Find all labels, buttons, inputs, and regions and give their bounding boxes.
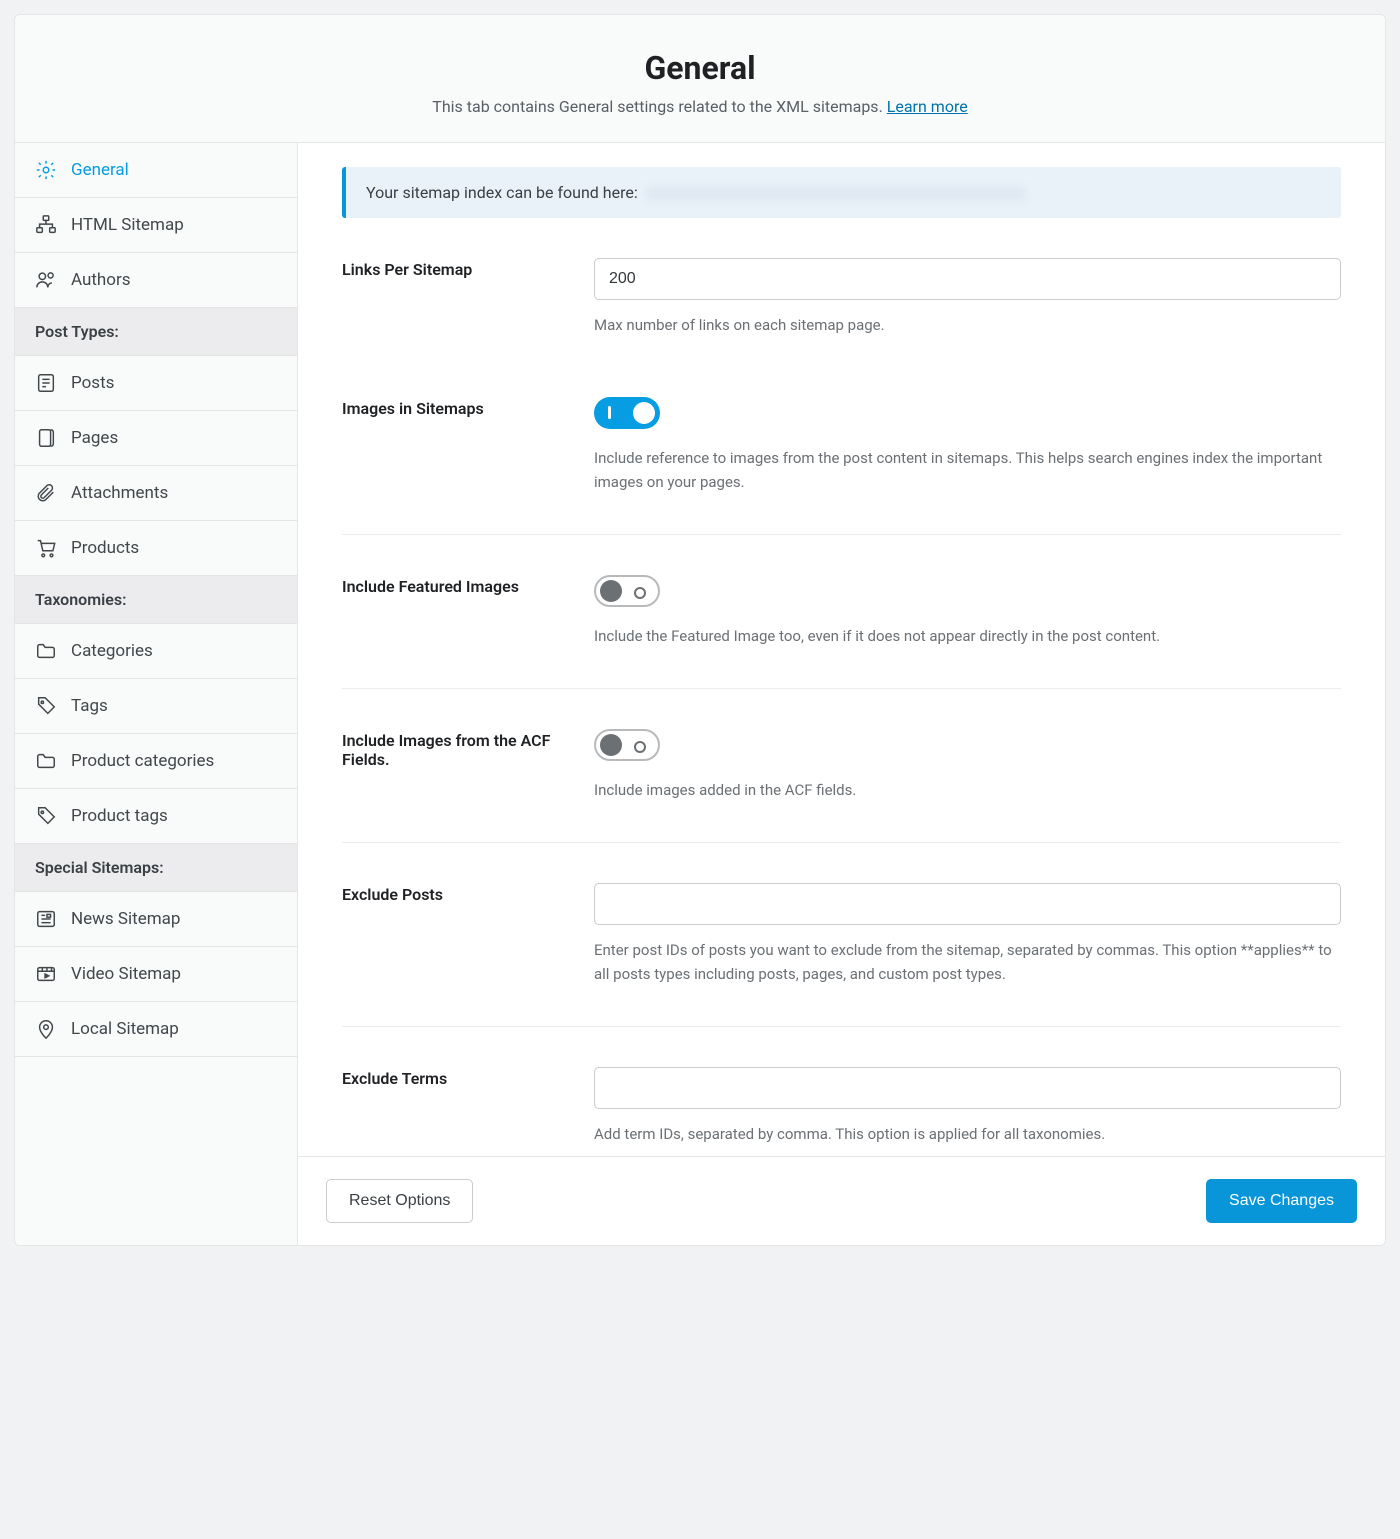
attachment-icon	[35, 482, 57, 504]
label-exclude-terms: Exclude Terms	[342, 1067, 594, 1088]
sidebar-item-tags[interactable]: Tags	[15, 679, 297, 734]
save-changes-button[interactable]: Save Changes	[1206, 1179, 1357, 1223]
label-include-featured-images: Include Featured Images	[342, 575, 594, 596]
help-links-per-sitemap: Max number of links on each sitemap page…	[594, 314, 1341, 337]
sidebar-header-special: Special Sitemaps:	[15, 844, 297, 892]
content: Your sitemap index can be found here: Li…	[298, 143, 1385, 1156]
row-exclude-posts: Exclude Posts Enter post IDs of posts yo…	[342, 883, 1341, 1027]
help-exclude-terms: Add term IDs, separated by comma. This o…	[594, 1123, 1341, 1146]
subtitle-text: This tab contains General settings relat…	[432, 97, 886, 116]
label-links-per-sitemap: Links Per Sitemap	[342, 258, 594, 279]
label-images-in-sitemaps: Images in Sitemaps	[342, 397, 594, 418]
sidebar-header-taxonomies: Taxonomies:	[15, 576, 297, 624]
sidebar-item-product-categories[interactable]: Product categories	[15, 734, 297, 789]
toggle-include-acf-images[interactable]	[594, 729, 660, 761]
settings-panel: General This tab contains General settin…	[14, 14, 1386, 1246]
sidebar-item-video-sitemap[interactable]: Video Sitemap	[15, 947, 297, 1002]
sidebar-item-news-sitemap[interactable]: News Sitemap	[15, 892, 297, 947]
notice-text: Your sitemap index can be found here:	[366, 183, 638, 202]
sidebar-item-label: Posts	[71, 373, 114, 393]
tag-icon	[35, 805, 57, 827]
sidebar-item-label: Products	[71, 538, 139, 558]
news-icon	[35, 908, 57, 930]
row-links-per-sitemap: Links Per Sitemap Max number of links on…	[342, 258, 1341, 377]
row-include-acf-images: Include Images from the ACF Fields. Incl…	[342, 729, 1341, 843]
sidebar-item-label: Product categories	[71, 751, 214, 771]
toggle-include-featured-images[interactable]	[594, 575, 660, 607]
learn-more-link[interactable]: Learn more	[887, 97, 968, 116]
sidebar-item-products[interactable]: Products	[15, 521, 297, 576]
sidebar: General HTML Sitemap Authors Post Types:…	[15, 143, 298, 1245]
sidebar-item-label: HTML Sitemap	[71, 215, 184, 235]
sidebar-header-post-types: Post Types:	[15, 308, 297, 356]
sidebar-item-attachments[interactable]: Attachments	[15, 466, 297, 521]
folder-icon	[35, 750, 57, 772]
sitemap-icon	[35, 214, 57, 236]
row-images-in-sitemaps: Images in Sitemaps Include reference to …	[342, 397, 1341, 535]
post-icon	[35, 372, 57, 394]
sidebar-item-html-sitemap[interactable]: HTML Sitemap	[15, 198, 297, 253]
sidebar-item-label: General	[71, 160, 129, 180]
panel-footer: Reset Options Save Changes	[298, 1156, 1385, 1245]
sidebar-item-label: Attachments	[71, 483, 168, 503]
sidebar-item-general[interactable]: General	[15, 143, 297, 198]
help-include-acf-images: Include images added in the ACF fields.	[594, 779, 1341, 802]
sidebar-item-local-sitemap[interactable]: Local Sitemap	[15, 1002, 297, 1057]
pin-icon	[35, 1018, 57, 1040]
page-title: General	[35, 49, 1365, 87]
sitemap-url-redacted	[646, 187, 1026, 201]
label-exclude-posts: Exclude Posts	[342, 883, 594, 904]
sidebar-item-label: Pages	[71, 428, 118, 448]
sidebar-item-pages[interactable]: Pages	[15, 411, 297, 466]
cart-icon	[35, 537, 57, 559]
folder-icon	[35, 640, 57, 662]
sidebar-item-authors[interactable]: Authors	[15, 253, 297, 308]
row-exclude-terms: Exclude Terms Add term IDs, separated by…	[342, 1067, 1341, 1156]
page-icon	[35, 427, 57, 449]
toggle-images-in-sitemaps[interactable]	[594, 397, 660, 429]
help-include-featured-images: Include the Featured Image too, even if …	[594, 625, 1341, 648]
input-links-per-sitemap[interactable]	[594, 258, 1341, 300]
tag-icon	[35, 695, 57, 717]
authors-icon	[35, 269, 57, 291]
reset-options-button[interactable]: Reset Options	[326, 1179, 473, 1223]
page-subtitle: This tab contains General settings relat…	[35, 97, 1365, 116]
gear-icon	[35, 159, 57, 181]
input-exclude-posts[interactable]	[594, 883, 1341, 925]
sidebar-item-label: Product tags	[71, 806, 168, 826]
row-include-featured-images: Include Featured Images Include the Feat…	[342, 575, 1341, 689]
panel-header: General This tab contains General settin…	[15, 15, 1385, 143]
sidebar-item-label: News Sitemap	[71, 909, 180, 929]
help-images-in-sitemaps: Include reference to images from the pos…	[594, 447, 1341, 494]
sidebar-item-label: Tags	[71, 696, 108, 716]
sitemap-index-notice: Your sitemap index can be found here:	[342, 167, 1341, 218]
label-include-acf-images: Include Images from the ACF Fields.	[342, 729, 594, 769]
sidebar-item-categories[interactable]: Categories	[15, 624, 297, 679]
video-icon	[35, 963, 57, 985]
sidebar-item-label: Video Sitemap	[71, 964, 181, 984]
sidebar-item-posts[interactable]: Posts	[15, 356, 297, 411]
help-exclude-posts: Enter post IDs of posts you want to excl…	[594, 939, 1341, 986]
sidebar-item-label: Local Sitemap	[71, 1019, 179, 1039]
sidebar-item-label: Authors	[71, 270, 131, 290]
sidebar-item-label: Categories	[71, 641, 153, 661]
input-exclude-terms[interactable]	[594, 1067, 1341, 1109]
sidebar-item-product-tags[interactable]: Product tags	[15, 789, 297, 844]
